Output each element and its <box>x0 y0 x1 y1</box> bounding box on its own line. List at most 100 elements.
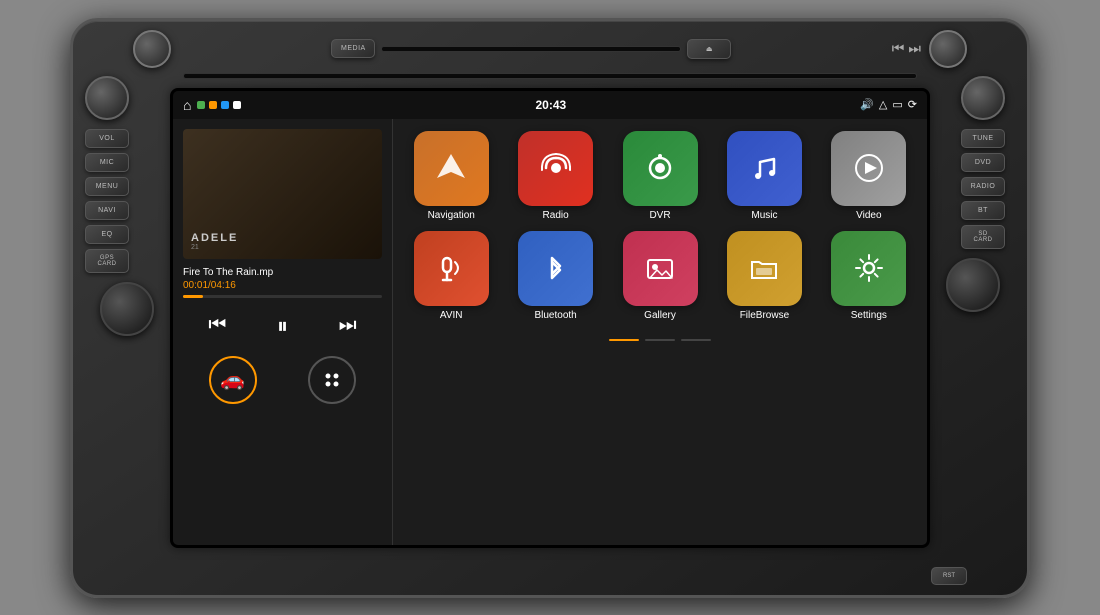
settings-icon <box>831 231 906 306</box>
dvd-button[interactable]: DVD <box>961 153 1005 172</box>
indicator-3 <box>221 101 229 109</box>
dots-icon[interactable] <box>308 356 356 404</box>
page-dot-3 <box>681 339 711 341</box>
status-indicators <box>197 101 241 109</box>
prev-button[interactable]: ⏮ <box>203 309 231 342</box>
gps-card-button-left[interactable]: GPSCARD <box>85 249 129 273</box>
right-circle-decoration <box>946 258 1000 312</box>
app-gallery[interactable]: Gallery <box>612 231 708 321</box>
cd-slot <box>183 73 917 79</box>
gallery-icon <box>623 231 698 306</box>
indicator-1 <box>197 101 205 109</box>
skip-next-button[interactable]: ⏭ <box>908 40 921 57</box>
video-label: Video <box>856 210 881 221</box>
navi-button[interactable]: NAVI <box>85 201 129 220</box>
app-filebrowser[interactable]: FileBrowse <box>716 231 812 321</box>
progress-fill <box>183 295 203 298</box>
dvr-label: DVR <box>649 210 670 221</box>
app-bluetooth[interactable]: Bluetooth <box>507 231 603 321</box>
top-right-controls: ⏮ ⏭ <box>892 30 967 68</box>
radio-button[interactable]: RADIO <box>961 177 1005 196</box>
navigation-icon <box>414 131 489 206</box>
bluetooth-label: Bluetooth <box>534 310 576 321</box>
app-navigation[interactable]: Navigation <box>403 131 499 221</box>
song-title: Fire To The Rain.mp <box>183 267 382 278</box>
pause-button[interactable]: ⏸ <box>272 308 293 344</box>
app-radio[interactable]: Radio <box>507 131 603 221</box>
triangle-icon: △ <box>879 98 887 111</box>
main-screen: ⌂ 20:43 🔊 △ ▭ ⟳ <box>170 88 930 548</box>
left-knob[interactable] <box>133 30 171 68</box>
apps-panel: Navigation Radio <box>393 119 927 545</box>
album-detail: 21 <box>191 244 199 251</box>
progress-bar[interactable] <box>183 295 382 298</box>
album-art-inner: ADELE 21 <box>183 129 382 259</box>
top-bar: MEDIA ⏏ ⏮ ⏭ <box>133 31 967 67</box>
gallery-label: Gallery <box>644 310 676 321</box>
home-icon[interactable]: ⌂ <box>183 97 191 113</box>
player-controls: ⏮ ⏸ ⏭ <box>183 308 382 344</box>
status-bar: ⌂ 20:43 🔊 △ ▭ ⟳ <box>173 91 927 119</box>
time-display: 00:01/04:16 <box>183 280 382 291</box>
page-indicator <box>403 339 917 341</box>
bluetooth-icon <box>518 231 593 306</box>
sd-card-button[interactable]: SDCARD <box>961 225 1005 249</box>
indicator-4 <box>233 101 241 109</box>
app-video[interactable]: Video <box>821 131 917 221</box>
eq-button[interactable]: EQ <box>85 225 129 244</box>
avin-label: AVIN <box>440 310 463 321</box>
skip-controls: ⏮ ⏭ <box>892 40 921 57</box>
left-side-knob[interactable] <box>85 76 129 120</box>
tune-button[interactable]: TUNE <box>961 129 1005 148</box>
app-music[interactable]: Music <box>716 131 812 221</box>
app-avin[interactable]: AVIN <box>403 231 499 321</box>
screen-icon: ▭ <box>892 98 902 111</box>
left-circle-decoration <box>100 282 154 336</box>
status-right-icons: 🔊 △ ▭ ⟳ <box>860 98 917 111</box>
left-side-buttons: VOL MIC MENU NAVI EQ GPSCARD <box>85 76 139 336</box>
bt-button[interactable]: BT <box>961 201 1005 220</box>
android-back-icon[interactable]: ⟳ <box>908 98 917 111</box>
head-unit: MEDIA ⏏ ⏮ ⏭ VOL MIC MENU NAVI EQ GPSCARD… <box>70 18 1030 598</box>
screen-content: ADELE 21 Fire To The Rain.mp 00:01/04:16… <box>173 119 927 545</box>
music-label: Music <box>751 210 777 221</box>
menu-button[interactable]: MENU <box>85 177 129 196</box>
avin-icon <box>414 231 489 306</box>
status-time: 20:43 <box>535 98 566 112</box>
music-panel: ADELE 21 Fire To The Rain.mp 00:01/04:16… <box>173 119 393 545</box>
radio-icon <box>518 131 593 206</box>
indicator-2 <box>209 101 217 109</box>
apps-row-1: Navigation Radio <box>403 131 917 221</box>
settings-label: Settings <box>851 310 887 321</box>
media-button[interactable]: MEDIA <box>331 39 375 58</box>
music-icon <box>727 131 802 206</box>
status-left: ⌂ <box>183 97 241 113</box>
skip-prev-button[interactable]: ⏮ <box>892 40 905 57</box>
filebrowser-icon <box>727 231 802 306</box>
rst-button[interactable]: RST <box>931 567 967 585</box>
car-icon[interactable]: 🚗 <box>209 356 257 404</box>
top-center-controls: MEDIA ⏏ <box>331 39 731 59</box>
video-icon <box>831 131 906 206</box>
app-settings[interactable]: Settings <box>821 231 917 321</box>
vol-button[interactable]: VOL <box>85 129 129 148</box>
bottom-icons: 🚗 <box>183 356 382 404</box>
next-button[interactable]: ⏭ <box>334 309 362 342</box>
right-knob[interactable] <box>929 30 967 68</box>
radio-label: Radio <box>543 210 569 221</box>
right-side-knob[interactable] <box>961 76 1005 120</box>
app-dvr[interactable]: DVR <box>612 131 708 221</box>
page-dot-1 <box>609 339 639 341</box>
apps-row-2: AVIN Bluetooth <box>403 231 917 321</box>
filebrowser-label: FileBrowse <box>740 310 789 321</box>
page-dot-2 <box>645 339 675 341</box>
dvr-icon <box>623 131 698 206</box>
navigation-label: Navigation <box>428 210 475 221</box>
album-art: ADELE 21 <box>183 129 382 259</box>
volume-icon: 🔊 <box>860 98 874 111</box>
album-title-text: ADELE <box>191 232 238 244</box>
mic-button[interactable]: MIC <box>85 153 129 172</box>
disc-slot <box>381 46 681 52</box>
eject-button[interactable]: ⏏ <box>687 39 731 59</box>
right-side-buttons: TUNE DVD RADIO BT SDCARD <box>961 76 1015 312</box>
